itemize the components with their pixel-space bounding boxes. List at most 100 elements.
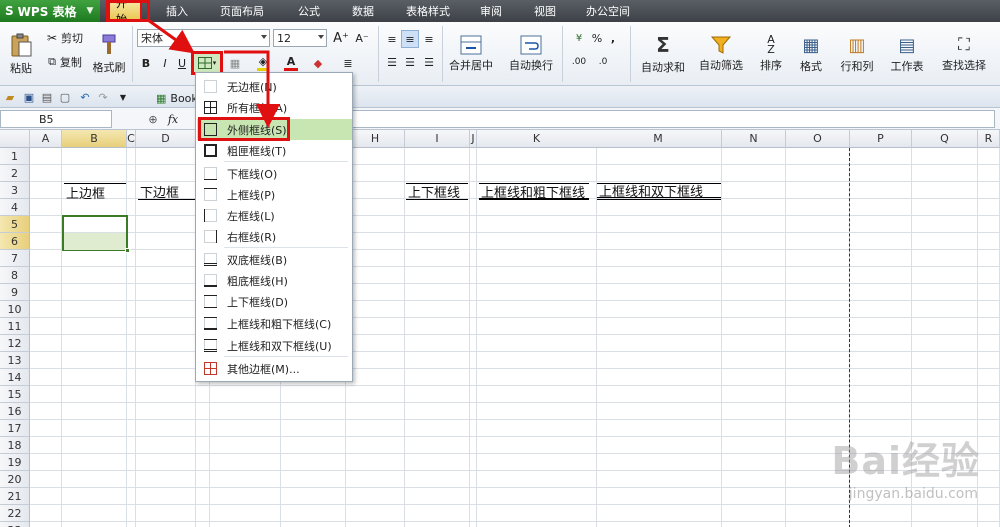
row-header-23[interactable]: 23 bbox=[0, 522, 30, 527]
border-menu-item-top-double-bottom-border[interactable]: 上框线和双下框线(U) bbox=[197, 335, 352, 356]
fill-handle[interactable] bbox=[125, 248, 130, 253]
save-icon[interactable]: ▣ bbox=[22, 89, 36, 105]
column-header-o[interactable]: O bbox=[786, 130, 850, 148]
cell-d3[interactable]: 下边框 bbox=[138, 183, 196, 201]
row-header-4[interactable]: 4 bbox=[0, 199, 30, 216]
border-menu-item-double-bottom-border[interactable]: 双底框线(B) bbox=[197, 249, 352, 270]
italic-button[interactable]: I bbox=[157, 54, 173, 72]
column-header-a[interactable]: A bbox=[30, 130, 62, 148]
column-header-h[interactable]: H bbox=[346, 130, 405, 148]
decrease-font-icon[interactable]: A⁻ bbox=[353, 29, 371, 47]
tab-formulas[interactable]: 公式 bbox=[284, 0, 334, 22]
tab-page-layout[interactable]: 页面布局 bbox=[200, 0, 284, 22]
column-header-n[interactable]: N bbox=[722, 130, 786, 148]
cell-n3[interactable]: 上框线和双下框线 bbox=[597, 183, 721, 200]
clear-format-icon[interactable]: ◆ bbox=[307, 54, 329, 72]
row-header-1[interactable]: 1 bbox=[0, 148, 30, 165]
cell-j3[interactable]: 上下框线 bbox=[406, 183, 468, 201]
autosum-button[interactable]: Σ 自动求和 bbox=[636, 28, 690, 80]
align-left-icon[interactable]: ☰ bbox=[384, 54, 400, 70]
row-header-20[interactable]: 20 bbox=[0, 471, 30, 488]
format-painter-button[interactable]: 格式刷 bbox=[90, 28, 128, 80]
row-header-19[interactable]: 19 bbox=[0, 454, 30, 471]
align-center-icon[interactable]: ☰ bbox=[402, 54, 418, 70]
decrease-decimal-icon[interactable]: .0 bbox=[592, 54, 614, 70]
border-menu-item-thick-bottom-border[interactable]: 粗底框线(H) bbox=[197, 270, 352, 291]
cell-style-icon[interactable]: ▦ bbox=[225, 54, 245, 72]
border-menu-item-more-borders[interactable]: 其他边框(M)... bbox=[197, 358, 352, 379]
app-menu-button[interactable]: S WPS 表格 ▼ bbox=[0, 0, 100, 22]
underline-button[interactable]: U bbox=[175, 54, 189, 72]
row-header-18[interactable]: 18 bbox=[0, 437, 30, 454]
cell-l3[interactable]: 上框线和粗下框线 bbox=[479, 183, 589, 201]
border-menu-item-right-border[interactable]: 右框线(R) bbox=[197, 226, 352, 247]
open-folder-icon[interactable]: ▰ bbox=[3, 89, 17, 105]
row-header-9[interactable]: 9 bbox=[0, 284, 30, 301]
autofilter-button[interactable]: 自动筛选 bbox=[694, 28, 748, 80]
font-size-select[interactable]: 12 bbox=[273, 29, 327, 47]
select-all-corner[interactable] bbox=[0, 130, 30, 148]
comma-button[interactable]: , bbox=[608, 30, 618, 46]
border-menu-item-no-border[interactable]: 无边框(N) bbox=[197, 76, 352, 97]
row-header-15[interactable]: 15 bbox=[0, 386, 30, 403]
column-header-q[interactable]: Q bbox=[912, 130, 978, 148]
fx-button[interactable]: fx bbox=[165, 111, 181, 127]
border-menu-item-bottom-border[interactable]: 下框线(O) bbox=[197, 163, 352, 184]
row-header-11[interactable]: 11 bbox=[0, 318, 30, 335]
cell-b3[interactable]: 上边框 bbox=[64, 183, 126, 202]
border-menu-item-top-thick-bottom-border[interactable]: 上框线和粗下框线(C) bbox=[197, 313, 352, 334]
row-header-17[interactable]: 17 bbox=[0, 420, 30, 437]
border-menu-item-all-borders[interactable]: 所有框线(A) bbox=[197, 97, 352, 118]
undo-icon[interactable]: ↶ bbox=[78, 89, 92, 105]
increase-decimal-icon[interactable]: .00 bbox=[568, 54, 590, 70]
increase-font-icon[interactable]: A⁺ bbox=[332, 29, 350, 47]
name-box[interactable]: B5 bbox=[0, 110, 112, 128]
print-preview-icon[interactable]: ▢ bbox=[58, 89, 72, 105]
row-header-2[interactable]: 2 bbox=[0, 165, 30, 182]
cut-button[interactable]: ✂ 剪切 bbox=[40, 30, 90, 46]
column-header-p[interactable]: P bbox=[850, 130, 912, 148]
column-header-k[interactable]: K bbox=[477, 130, 597, 148]
column-header-j[interactable]: J bbox=[470, 130, 477, 148]
row-header-16[interactable]: 16 bbox=[0, 403, 30, 420]
customize-dropdown-icon[interactable]: ▼ bbox=[117, 89, 129, 105]
column-header-d[interactable]: D bbox=[136, 130, 196, 148]
merge-center-button[interactable]: 合并居中 bbox=[446, 28, 496, 80]
align-bottom-icon[interactable]: ≡ bbox=[421, 31, 437, 47]
row-header-8[interactable]: 8 bbox=[0, 267, 30, 284]
paste-button[interactable]: 粘贴 bbox=[3, 28, 39, 80]
font-name-select[interactable]: 宋体 bbox=[137, 29, 270, 47]
tab-view[interactable]: 视图 bbox=[518, 0, 572, 22]
currency-icon[interactable]: ¥ bbox=[570, 30, 588, 46]
align-top-icon[interactable]: ≡ bbox=[384, 31, 400, 47]
border-menu-item-left-border[interactable]: 左框线(L) bbox=[197, 205, 352, 226]
wrap-text-button[interactable]: 自动换行 bbox=[506, 28, 556, 80]
tab-insert[interactable]: 插入 bbox=[142, 0, 200, 22]
tab-table-style[interactable]: 表格样式 bbox=[392, 0, 464, 22]
row-header-22[interactable]: 22 bbox=[0, 505, 30, 522]
column-header-i[interactable]: I bbox=[405, 130, 470, 148]
row-header-12[interactable]: 12 bbox=[0, 335, 30, 352]
column-header-c[interactable]: C bbox=[127, 130, 136, 148]
row-header-5[interactable]: 5 bbox=[0, 216, 30, 233]
row-header-3[interactable]: 3 bbox=[0, 182, 30, 199]
row-header-14[interactable]: 14 bbox=[0, 369, 30, 386]
indent-icon[interactable]: ≣ bbox=[340, 54, 356, 72]
find-select-button[interactable]: ⛶ 查找选择 bbox=[934, 28, 994, 80]
zoom-icon[interactable]: ⊕ bbox=[145, 111, 161, 127]
row-header-13[interactable]: 13 bbox=[0, 352, 30, 369]
border-menu-item-thick-box-border[interactable]: 粗匣框线(T) bbox=[197, 140, 352, 161]
column-header-b[interactable]: B bbox=[62, 130, 127, 148]
border-menu-item-top-bottom-border[interactable]: 上下框线(D) bbox=[197, 291, 352, 312]
worksheet-button[interactable]: ▤ 工作表 bbox=[884, 28, 930, 80]
column-header-r[interactable]: R bbox=[978, 130, 1000, 148]
row-header-21[interactable]: 21 bbox=[0, 488, 30, 505]
sort-button[interactable]: AZ 排序 bbox=[754, 28, 788, 80]
fill-color-button[interactable]: ◈ bbox=[252, 54, 274, 72]
print-icon[interactable]: ▤ bbox=[40, 89, 54, 105]
row-header-6[interactable]: 6 bbox=[0, 233, 30, 250]
copy-button[interactable]: ⧉ 复制 bbox=[40, 54, 90, 70]
align-right-icon[interactable]: ☰ bbox=[421, 54, 437, 70]
row-header-7[interactable]: 7 bbox=[0, 250, 30, 267]
font-color-button[interactable]: A bbox=[280, 54, 302, 72]
